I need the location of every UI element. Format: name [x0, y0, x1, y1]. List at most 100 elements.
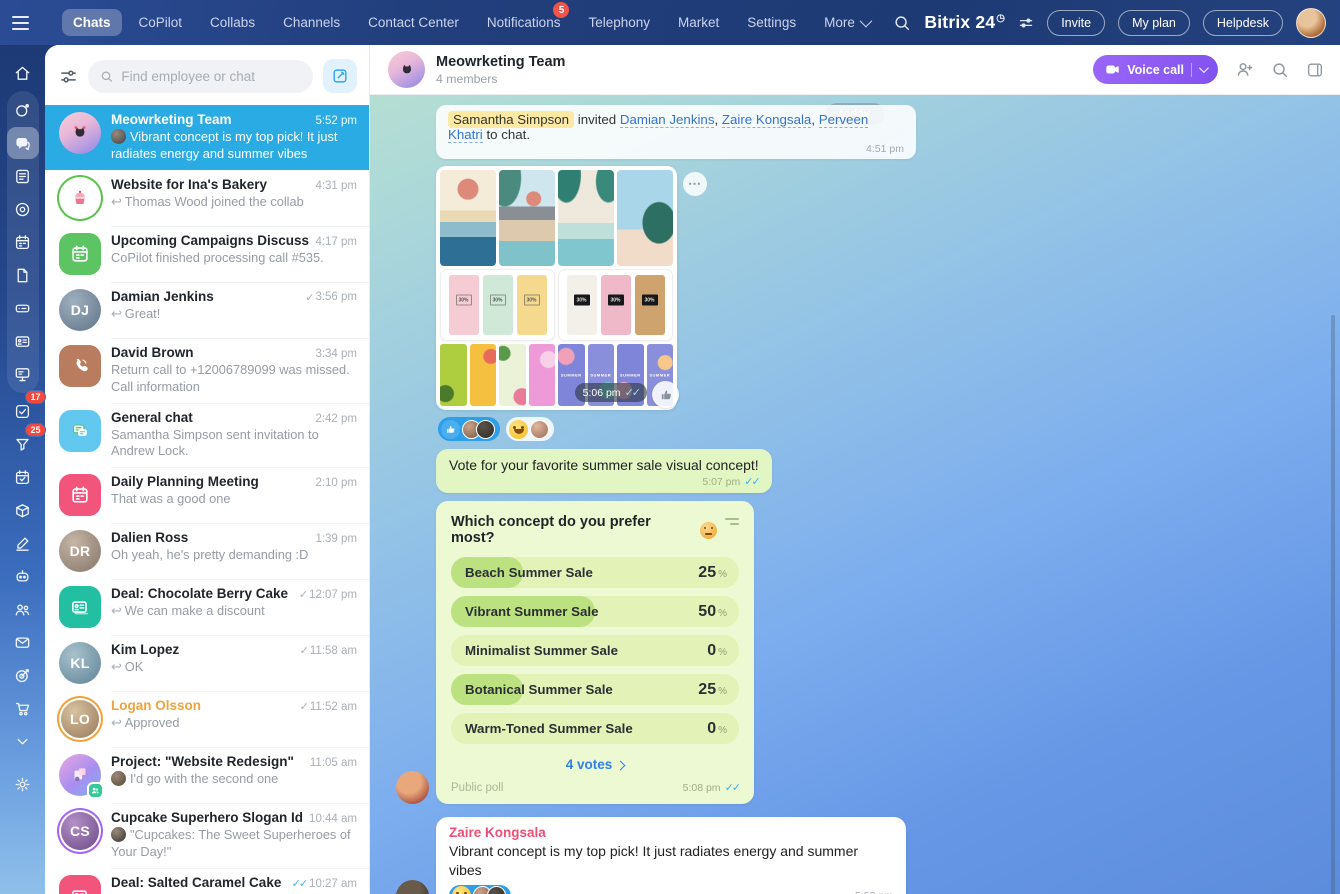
rail-meetings-icon[interactable]: [7, 193, 39, 225]
nav-copilot[interactable]: CoPilot: [128, 9, 194, 36]
user-link[interactable]: Zaire Kongsala: [722, 112, 811, 128]
gallery-image[interactable]: [499, 344, 526, 406]
chat-list-item[interactable]: Deal: Chocolate Berry Cake✓12:07 pm↩We c…: [45, 579, 369, 635]
rail-more-chevron-icon[interactable]: [7, 725, 39, 757]
equalizer-icon[interactable]: [1018, 15, 1034, 31]
like-icon[interactable]: [652, 381, 679, 408]
search-in-chat-icon[interactable]: [1271, 61, 1289, 79]
chat-preview: ↩Great!: [111, 306, 357, 323]
chat-list-item[interactable]: LOLogan Olsson✓11:52 am↩Approved: [45, 691, 369, 747]
chat-name: Cupcake Superhero Slogan Ideas: [111, 810, 303, 825]
search-chats-field[interactable]: [88, 60, 313, 93]
rail-whiteboard-icon[interactable]: [7, 358, 39, 390]
chat-list-item[interactable]: CSCupcake Superhero Slogan Ideas10:44 am…: [45, 803, 369, 868]
helpdesk-button[interactable]: Helpdesk: [1203, 10, 1283, 36]
gallery-image[interactable]: [440, 170, 496, 266]
rail-marketing-icon[interactable]: [7, 659, 39, 691]
message-menu-icon[interactable]: ⋯: [683, 172, 707, 196]
filter-icon[interactable]: [59, 67, 78, 86]
chevron-down-icon: [1199, 63, 1209, 73]
chat-list-item[interactable]: Daily Planning Meeting2:10 pmThat was a …: [45, 467, 369, 523]
user-avatar[interactable]: [1296, 8, 1326, 38]
panel-toggle-icon[interactable]: [1306, 61, 1324, 79]
reaction-thumbs-up[interactable]: [438, 417, 500, 441]
top-navigation: ChatsCoPilotCollabsChannelsContact Cente…: [62, 9, 880, 36]
rail-calendar-icon[interactable]: [7, 226, 39, 258]
rail-home-icon[interactable]: [7, 57, 39, 89]
poll-menu-icon[interactable]: [725, 514, 739, 525]
chat-list-item[interactable]: Meowrketing Team5:52 pmVibrant concept i…: [45, 105, 369, 170]
chat-list-item[interactable]: KLKim Lopez✓11:58 am↩OK: [45, 635, 369, 691]
gallery-image[interactable]: [558, 170, 614, 266]
voice-call-button[interactable]: Voice call: [1093, 55, 1218, 84]
nav-notifications[interactable]: Notifications5: [476, 9, 572, 36]
add-member-icon[interactable]: [1235, 60, 1254, 79]
rail-e-signature-icon[interactable]: [7, 527, 39, 559]
poll-votes-link[interactable]: 4 votes: [451, 757, 739, 772]
poll-option[interactable]: Vibrant Summer Sale50%: [451, 596, 739, 627]
poll-option[interactable]: Botanical Summer Sale25%: [451, 674, 739, 705]
poll-option[interactable]: Minimalist Summer Sale0%: [451, 635, 739, 666]
rail-copilot-icon[interactable]: [7, 94, 39, 126]
gallery-image[interactable]: [470, 344, 497, 406]
rail-hr-icon[interactable]: [7, 593, 39, 625]
gallery-image[interactable]: 30% 30% 30%: [440, 269, 555, 341]
rail-settings-icon[interactable]: [7, 768, 39, 800]
menu-icon[interactable]: [12, 10, 38, 36]
gallery-image[interactable]: [529, 344, 556, 406]
nav-telephony[interactable]: Telephony: [577, 9, 661, 36]
message-time: 5:07 pm✓✓: [449, 475, 759, 488]
poll-option[interactable]: Warm-Toned Summer Sale0%: [451, 713, 739, 744]
photo-gallery-message[interactable]: 30% 30% 30% 30% 30% 30%: [436, 166, 677, 410]
reaction-laugh[interactable]: [449, 885, 511, 894]
chat-list-item[interactable]: Project: "Website Redesign"11:05 amI'd g…: [45, 747, 369, 803]
scrollbar[interactable]: [1331, 315, 1335, 894]
message-author[interactable]: Zaire Kongsala: [449, 825, 893, 840]
conversation-avatar[interactable]: [388, 51, 425, 88]
sender-avatar[interactable]: [396, 771, 429, 804]
chat-list-item[interactable]: Deal: Salted Caramel Cake✓✓10:27 am↩Than…: [45, 868, 369, 894]
rail-messenger-icon[interactable]: [7, 127, 39, 159]
rail-crm-funnel-icon[interactable]: 25: [7, 428, 39, 460]
search-icon[interactable]: [893, 14, 911, 32]
nav-channels[interactable]: Channels: [272, 9, 351, 36]
search-input[interactable]: [121, 69, 301, 84]
poll-option[interactable]: Beach Summer Sale25%: [451, 557, 739, 588]
rail-automation-icon[interactable]: [7, 461, 39, 493]
chat-list-item[interactable]: David Brown3:34 pmReturn call to +120067…: [45, 338, 369, 403]
nav-more[interactable]: More: [813, 9, 880, 36]
new-chat-button[interactable]: [323, 59, 357, 93]
gallery-image[interactable]: [617, 170, 673, 266]
rail-webmail-icon[interactable]: [7, 626, 39, 658]
chat-list-item[interactable]: Upcoming Campaigns Discussion4:17 pmCoPi…: [45, 226, 369, 282]
my-plan-button[interactable]: My plan: [1118, 10, 1190, 36]
smile-emoji-icon: [509, 420, 528, 439]
gallery-image[interactable]: 30% 30% 30%: [558, 269, 673, 341]
nav-market[interactable]: Market: [667, 9, 730, 36]
rail-crm-card-icon[interactable]: [7, 325, 39, 357]
chat-list-item[interactable]: General chat2:42 pmSamantha Simpson sent…: [45, 403, 369, 468]
rail-documents-icon[interactable]: [7, 259, 39, 291]
sender-avatar[interactable]: [396, 880, 429, 894]
rail-market-icon[interactable]: [7, 692, 39, 724]
chat-list-item[interactable]: Website for Ina's Bakery4:31 pm↩Thomas W…: [45, 170, 369, 226]
rail-warehouse-icon[interactable]: [7, 494, 39, 526]
gallery-image[interactable]: [499, 170, 555, 266]
gallery-image[interactable]: [440, 344, 467, 406]
user-link[interactable]: Damian Jenkins: [620, 112, 715, 128]
reaction-smile[interactable]: [506, 417, 554, 441]
nav-contact-center[interactable]: Contact Center: [357, 9, 470, 36]
chat-list-item[interactable]: DJDamian Jenkins✓3:56 pm↩Great!: [45, 282, 369, 338]
chat-list-item[interactable]: DRDalien Ross1:39 pmOh yeah, he's pretty…: [45, 523, 369, 579]
rail-feed-icon[interactable]: [7, 160, 39, 192]
invite-button[interactable]: Invite: [1047, 10, 1105, 36]
rail-drive-icon[interactable]: [7, 292, 39, 324]
nav-collabs[interactable]: Collabs: [199, 9, 266, 36]
nav-chats[interactable]: Chats: [62, 9, 122, 36]
rail-ai-studio-icon[interactable]: [7, 560, 39, 592]
nav-settings[interactable]: Settings: [736, 9, 807, 36]
chat-time: 1:39 pm: [315, 533, 357, 545]
chat-time: 4:31 pm: [315, 180, 357, 192]
read-status-icon: ✓: [305, 291, 312, 304]
poll-time: 5:08 pm✓✓: [683, 781, 739, 794]
